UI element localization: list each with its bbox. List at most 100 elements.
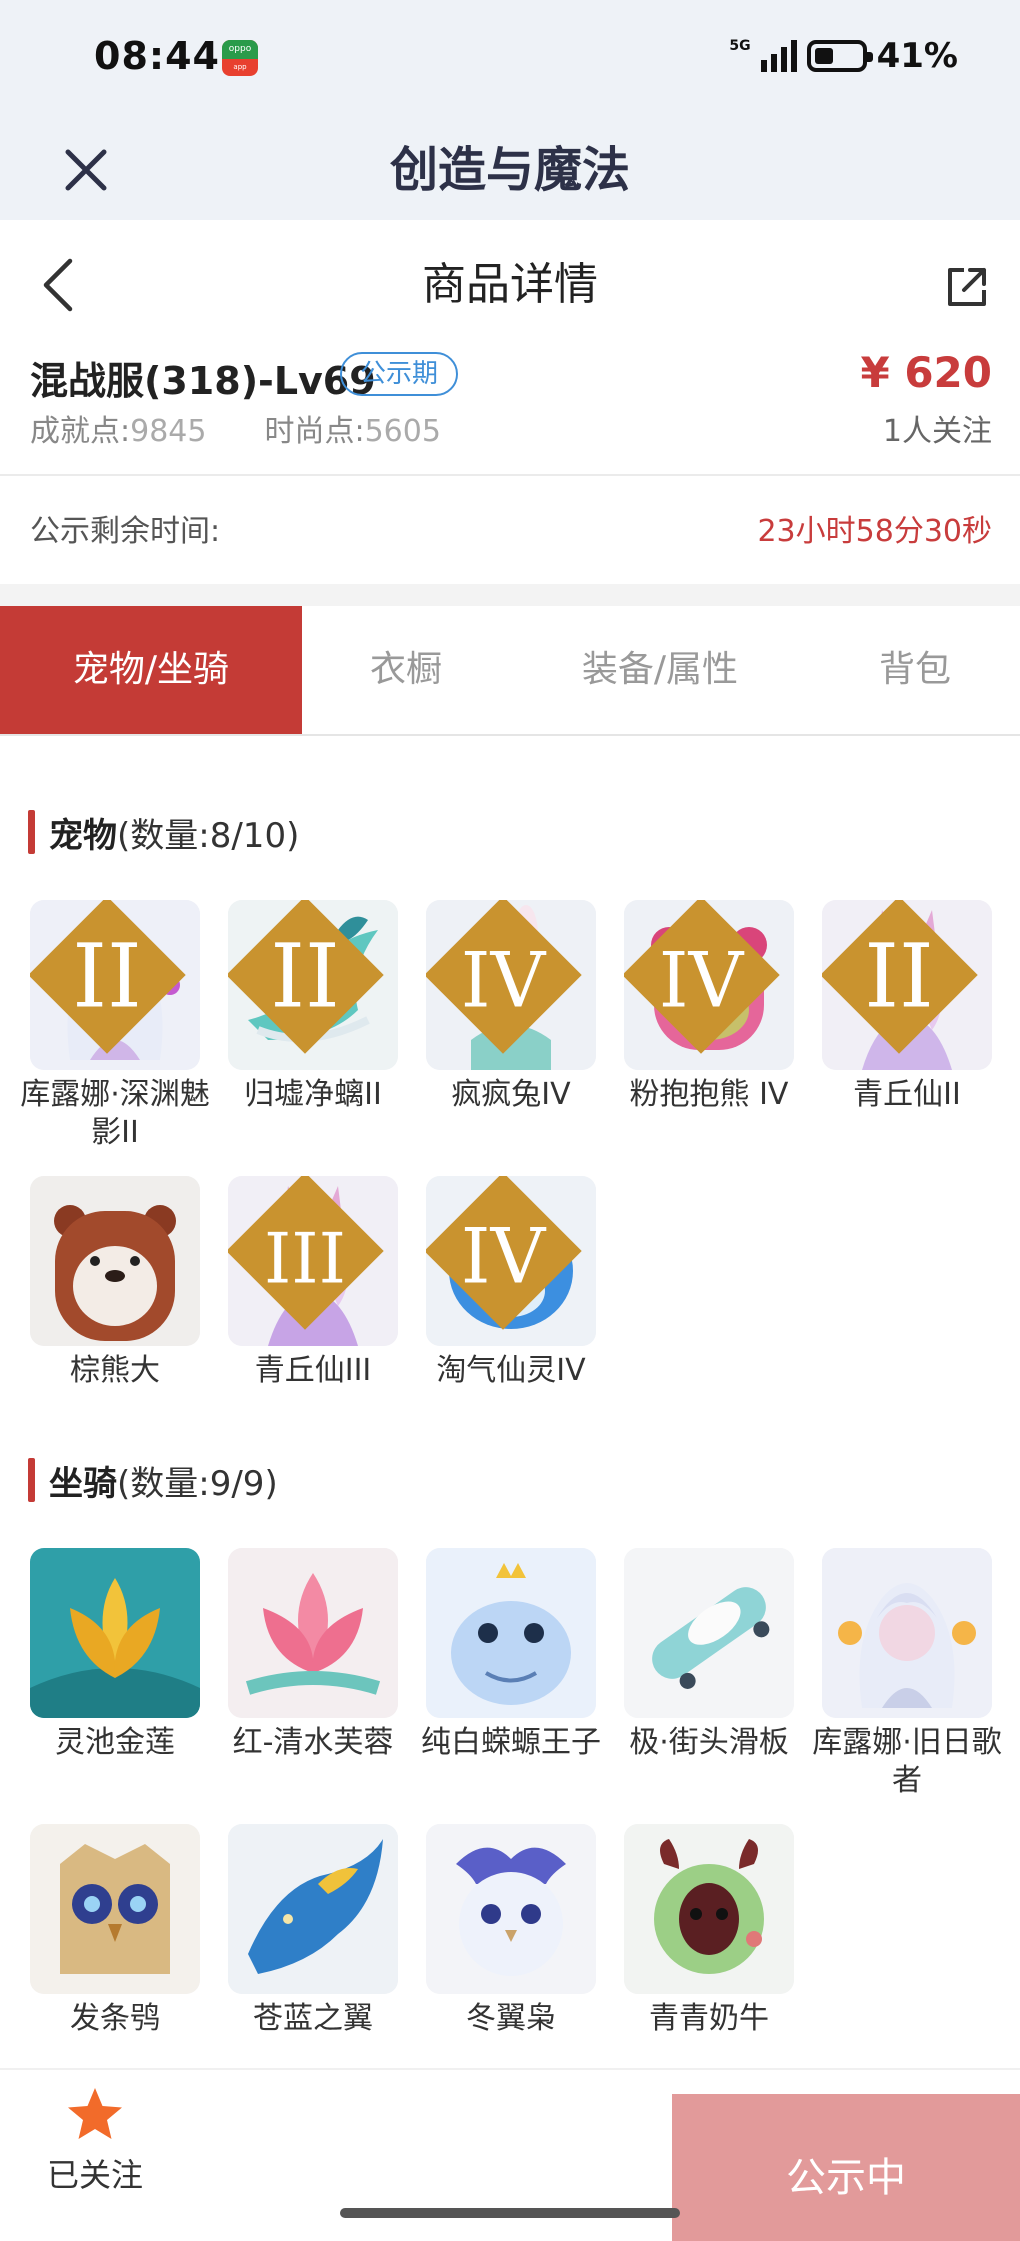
pet-thumbnail: IV bbox=[624, 900, 794, 1070]
pet-thumbnail: IV bbox=[426, 900, 596, 1070]
pet-thumbnail: IV bbox=[426, 1176, 596, 1346]
mount-name: 极·街头滑板 bbox=[629, 1725, 789, 1760]
mount-item[interactable]: 苍蓝之翼 bbox=[226, 1824, 400, 2038]
mount-name: 冬翼枭 bbox=[466, 2001, 556, 2036]
mount-thumbnail bbox=[426, 1824, 596, 1994]
product-stats: 成就点:9845 时尚点:5605 bbox=[30, 406, 441, 450]
pet-thumbnail: III bbox=[228, 1176, 398, 1346]
mount-name: 青青奶牛 bbox=[649, 2001, 769, 2036]
home-indicator[interactable] bbox=[340, 2208, 680, 2218]
countdown-row: 公示剩余时间: 23小时58分30秒 bbox=[0, 476, 1020, 584]
pets-title: 宠物 (数量:8/10) bbox=[28, 810, 299, 856]
follower-count: 1人关注 bbox=[882, 414, 992, 449]
mount-thumbnail bbox=[624, 1548, 794, 1718]
countdown-label: 公示剩余时间: bbox=[30, 514, 221, 549]
pet-name: 棕熊大 bbox=[70, 1353, 160, 1388]
rank-icon: II bbox=[30, 900, 186, 1054]
pet-name: 青丘仙III bbox=[254, 1353, 372, 1388]
pet-item[interactable]: II 归墟净螭II bbox=[226, 900, 400, 1114]
close-icon[interactable] bbox=[56, 120, 116, 220]
svg-text:IV: IV bbox=[659, 936, 745, 1024]
mount-name: 苍蓝之翼 bbox=[253, 2001, 373, 2036]
mount-thumbnail bbox=[426, 1548, 596, 1718]
pet-thumbnail bbox=[30, 1176, 200, 1346]
pet-item[interactable]: 棕熊大 bbox=[28, 1176, 202, 1390]
follow-label: 已关注 bbox=[46, 2156, 143, 2194]
mount-item[interactable]: 库露娜·旧日歌者 bbox=[812, 1548, 1002, 1800]
pet-name: 青丘仙II bbox=[853, 1077, 961, 1112]
svg-text:III: III bbox=[264, 1219, 346, 1299]
mounts-section: 坐骑 (数量:9/9) 灵池金莲 红-清水芙蓉 纯白蝾螈王子 极·街头滑板 库露娜… bbox=[0, 1406, 1020, 2066]
signal-icon bbox=[760, 40, 797, 72]
pet-item[interactable]: II 库露娜·深渊魅影II bbox=[20, 900, 210, 1152]
battery-percent: 41% bbox=[876, 36, 958, 76]
pet-name: 归墟净螭II bbox=[244, 1077, 382, 1112]
mount-item[interactable]: 纯白蝾螈王子 bbox=[421, 1548, 601, 1762]
status-bar: 08:44 oppo app 5G 41% bbox=[0, 0, 1020, 120]
pet-thumbnail: II bbox=[822, 900, 992, 1070]
achievement-stat: 成就点:9845 bbox=[30, 414, 207, 449]
product-info: 混战服(318)-Lv69 公示期 成就点:9845 时尚点:5605 ¥ 62… bbox=[0, 348, 1020, 474]
mount-name: 库露娜·旧日歌者 bbox=[812, 1725, 1002, 1798]
tab-equipment[interactable]: 装备/属性 bbox=[510, 606, 810, 734]
pet-item[interactable]: IV 粉抱抱熊 IV bbox=[622, 900, 796, 1114]
rank-icon: IV bbox=[624, 900, 780, 1054]
follow-button[interactable]: 已关注 bbox=[40, 2086, 150, 2196]
app-header: 创造与魔法 bbox=[0, 120, 1020, 220]
pet-thumbnail: II bbox=[228, 900, 398, 1070]
status-action-button[interactable]: 公示中 bbox=[672, 2094, 1020, 2241]
share-icon[interactable] bbox=[942, 262, 992, 312]
star-icon bbox=[68, 2088, 122, 2139]
pet-name: 疯疯兔IV bbox=[451, 1077, 571, 1112]
mounts-title: 坐骑 (数量:9/9) bbox=[28, 1458, 278, 1504]
svg-text:II: II bbox=[72, 924, 142, 1027]
mount-name: 纯白蝾螈王子 bbox=[421, 1725, 601, 1760]
svg-text:II: II bbox=[270, 924, 340, 1027]
product-name: 混战服(318)-Lv69 bbox=[30, 359, 376, 403]
pet-name: 库露娜·深渊魅影II bbox=[20, 1077, 210, 1150]
svg-text:IV: IV bbox=[461, 1212, 547, 1300]
back-icon[interactable] bbox=[40, 250, 90, 320]
title-accent-bar bbox=[28, 1458, 35, 1502]
pet-thumbnail: II bbox=[30, 900, 200, 1070]
tab-pets-mounts[interactable]: 宠物/坐骑 bbox=[0, 606, 302, 734]
mount-item[interactable]: 发条鸮 bbox=[28, 1824, 202, 2038]
mount-item[interactable]: 冬翼枭 bbox=[424, 1824, 598, 2038]
title-accent-bar bbox=[28, 810, 35, 854]
network-type: 5G bbox=[729, 38, 751, 54]
battery-icon bbox=[806, 40, 873, 72]
mount-item[interactable]: 极·街头滑板 bbox=[622, 1548, 796, 1762]
pet-item[interactable]: IV 疯疯兔IV bbox=[424, 900, 598, 1114]
tab-wardrobe[interactable]: 衣橱 bbox=[302, 606, 510, 734]
pet-item[interactable]: II 青丘仙II bbox=[820, 900, 994, 1114]
mount-thumbnail bbox=[624, 1824, 794, 1994]
mount-thumbnail bbox=[228, 1824, 398, 1994]
status-time: 08:44 bbox=[94, 34, 220, 78]
mount-thumbnail bbox=[228, 1548, 398, 1718]
mount-item[interactable]: 青青奶牛 bbox=[622, 1824, 796, 2038]
mount-thumbnail bbox=[822, 1548, 992, 1718]
rank-icon: III bbox=[228, 1176, 384, 1330]
mount-name: 灵池金莲 bbox=[55, 1725, 175, 1760]
notification-app-icon: oppo app bbox=[222, 40, 258, 76]
mount-thumbnail bbox=[30, 1824, 200, 1994]
mount-name: 红-清水芙蓉 bbox=[232, 1725, 394, 1760]
status-badge: 公示期 bbox=[340, 352, 459, 396]
pet-name: 粉抱抱熊 IV bbox=[629, 1077, 789, 1112]
mount-item[interactable]: 灵池金莲 bbox=[28, 1548, 202, 1762]
svg-text:II: II bbox=[864, 924, 934, 1027]
section-gap bbox=[0, 584, 1020, 606]
pet-item[interactable]: IV 淘气仙灵IV bbox=[424, 1176, 598, 1390]
mount-item[interactable]: 红-清水芙蓉 bbox=[226, 1548, 400, 1762]
nav-bar: 商品详情 bbox=[0, 220, 1020, 350]
rank-icon: II bbox=[228, 900, 384, 1054]
tab-bar: 宠物/坐骑 衣橱 装备/属性 背包 bbox=[0, 606, 1020, 736]
bottom-bar: 已关注 公示中 bbox=[0, 2068, 1020, 2241]
rank-icon: IV bbox=[426, 900, 582, 1054]
mount-name: 发条鸮 bbox=[70, 2001, 160, 2036]
pet-item[interactable]: III 青丘仙III bbox=[226, 1176, 400, 1390]
rank-icon: II bbox=[822, 900, 978, 1054]
app-title: 创造与魔法 bbox=[389, 142, 630, 198]
tab-backpack[interactable]: 背包 bbox=[810, 606, 1020, 734]
svg-text:IV: IV bbox=[461, 936, 547, 1024]
